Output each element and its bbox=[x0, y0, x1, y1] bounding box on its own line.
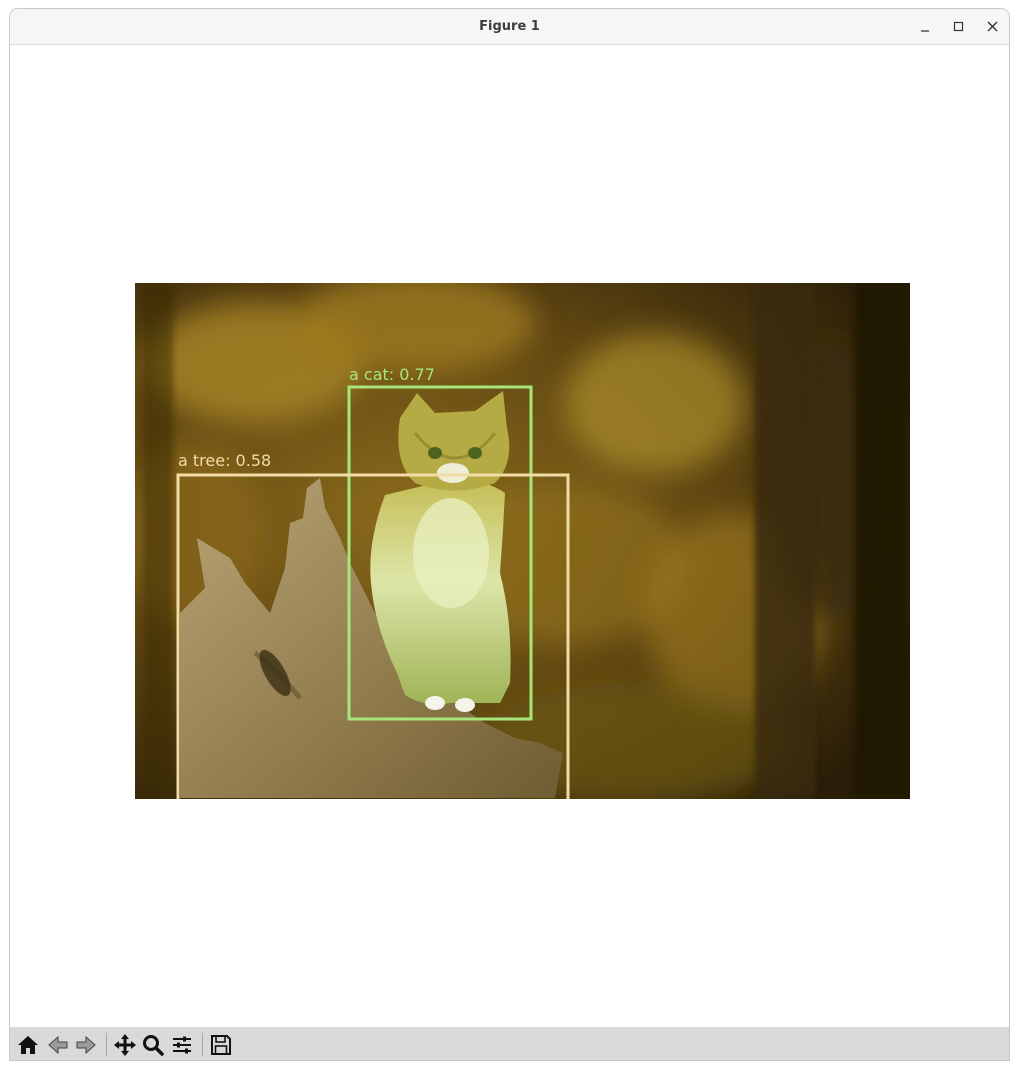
annotated-photo bbox=[135, 283, 910, 799]
toolbar-separator bbox=[202, 1033, 203, 1056]
minimize-button[interactable] bbox=[915, 17, 935, 37]
figure-window: Figure 1 a cat: 0.77 a tree: 0.58 bbox=[9, 8, 1010, 1061]
pan-button[interactable] bbox=[112, 1032, 138, 1058]
zoom-icon bbox=[143, 1035, 164, 1056]
save-button[interactable] bbox=[208, 1032, 234, 1058]
home-button[interactable] bbox=[15, 1032, 41, 1058]
close-button[interactable] bbox=[983, 17, 1003, 37]
back-arrow-icon bbox=[48, 1035, 68, 1055]
forward-arrow-icon bbox=[76, 1035, 96, 1055]
title-bar: Figure 1 bbox=[10, 9, 1009, 45]
configure-subplots-button[interactable] bbox=[169, 1032, 195, 1058]
zoom-button[interactable] bbox=[140, 1032, 166, 1058]
window-title: Figure 1 bbox=[479, 19, 540, 34]
minimize-icon bbox=[921, 30, 929, 32]
figure-canvas[interactable]: a cat: 0.77 a tree: 0.58 bbox=[10, 45, 1009, 1027]
tree-detection-label: a tree: 0.58 bbox=[178, 451, 272, 470]
cat-detection-label: a cat: 0.77 bbox=[349, 365, 435, 384]
home-icon bbox=[18, 1036, 38, 1054]
forward-button[interactable] bbox=[73, 1032, 99, 1058]
toolbar-separator bbox=[106, 1033, 107, 1056]
photo-scene bbox=[135, 283, 910, 799]
pan-icon bbox=[114, 1034, 136, 1056]
maximize-button[interactable] bbox=[949, 17, 969, 37]
configure-subplots-icon bbox=[173, 1036, 191, 1054]
maximize-icon bbox=[953, 21, 964, 32]
navigation-toolbar bbox=[10, 1027, 1009, 1060]
back-button[interactable] bbox=[45, 1032, 71, 1058]
save-icon bbox=[211, 1035, 231, 1055]
close-icon bbox=[987, 21, 998, 32]
